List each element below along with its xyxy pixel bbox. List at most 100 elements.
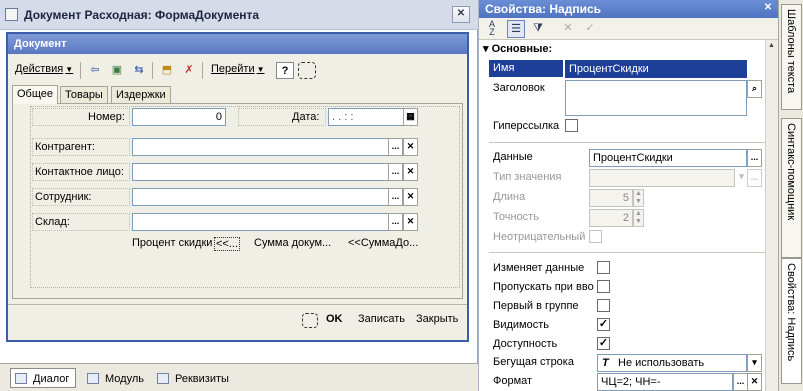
cancel-icon[interactable]: ✕ (559, 20, 577, 38)
collapse-icon: ▾ (483, 43, 492, 55)
tab-goods[interactable]: Товары (60, 86, 108, 103)
contact-person-label: Контактное лицо: (35, 166, 124, 178)
form-toolbar: Действия ▼ ⇦ ▣ ⇆ ⬒ ✗ Перейти ▼ ? (8, 60, 467, 82)
properties-toolbar: AZ ☰ ⧩ ✕ ✓ (479, 18, 779, 40)
format-label: Формат (493, 375, 533, 387)
filter-icon[interactable]: ⧩ (529, 20, 547, 38)
select-button[interactable]: ... (388, 138, 403, 156)
visibility-checkbox[interactable]: ✓ (597, 318, 610, 331)
counterparty-label: Контрагент: (35, 141, 95, 153)
sort-alpha-icon[interactable]: AZ (483, 20, 501, 38)
close-icon[interactable]: ✕ (761, 2, 775, 16)
value-type-field[interactable] (589, 169, 735, 187)
properties-title-bar: Свойства: Надпись ✕ (479, 0, 779, 18)
select-button[interactable]: ... (733, 373, 748, 391)
tab-general[interactable]: Общее (12, 85, 59, 104)
ok-button[interactable]: OK (326, 313, 343, 325)
apply-icon[interactable]: ✓ (581, 20, 599, 38)
tab-module[interactable]: Модуль (82, 368, 151, 388)
sum-label[interactable]: Сумма докум... (254, 237, 331, 249)
tab-syntax-helper[interactable]: Синтакс-помощник (781, 118, 802, 258)
clear-icon[interactable]: ✕ (403, 213, 418, 231)
caption-field[interactable] (565, 80, 747, 116)
clear-icon[interactable]: ✕ (403, 138, 418, 156)
date-field[interactable]: . . : : (328, 108, 406, 126)
goto-menu[interactable]: Перейти ▼ (211, 63, 265, 75)
changes-data-checkbox[interactable] (597, 261, 610, 274)
form-designer-window: Документ Расходная: ФормаДокумента ✕ Док… (0, 0, 478, 391)
warehouse-label: Склад: (35, 216, 70, 228)
tab-attributes[interactable]: Реквизиты (152, 368, 236, 388)
hyperlink-label: Гиперссылка (493, 120, 560, 132)
select-button[interactable]: ... (388, 213, 403, 231)
back-icon[interactable]: ⇦ (86, 62, 104, 79)
hyperlink-checkbox[interactable] (565, 119, 578, 132)
select-button[interactable]: ... (747, 169, 762, 187)
length-field[interactable]: 5 (589, 189, 633, 207)
caption-label: Заголовок (493, 82, 545, 94)
number-field[interactable]: 0 (132, 108, 226, 126)
number-label: Номер: (88, 111, 125, 123)
select-button[interactable]: ... (747, 149, 762, 167)
form-title: Документ (8, 34, 467, 54)
counterparty-field[interactable] (132, 138, 389, 156)
calendar-icon[interactable]: ▦ (403, 108, 418, 126)
format-field[interactable]: ЧЦ=2; ЧН=- (597, 373, 733, 391)
help-button[interactable]: ? (276, 62, 294, 79)
customize-icon[interactable] (298, 62, 316, 79)
scroll-up-icon[interactable]: ▲ (766, 40, 777, 52)
select-button[interactable]: ... (388, 188, 403, 206)
first-in-group-label: Первый в группе (493, 300, 579, 312)
discount-label[interactable]: Процент скидки (132, 237, 212, 249)
delete-mark-icon[interactable]: ✗ (180, 62, 198, 79)
data-field[interactable]: ПроцентСкидки (589, 149, 747, 167)
employee-field[interactable] (132, 188, 389, 206)
search-icon[interactable]: ⌕ (747, 80, 762, 98)
marquee-select[interactable]: T Не использовать (597, 354, 747, 372)
enabled-label: Доступность (493, 338, 558, 350)
toolbar-separator (80, 62, 81, 79)
structure-icon[interactable]: ⬒ (158, 62, 176, 79)
module-icon (87, 373, 99, 384)
warehouse-field[interactable] (132, 213, 389, 231)
tab-properties[interactable]: Свойства: Надпись (781, 258, 802, 384)
dropdown-icon[interactable]: ▾ (747, 354, 762, 372)
transfer-icon[interactable]: ⇆ (130, 62, 148, 79)
close-button[interactable]: Закрыть (416, 313, 458, 325)
skip-input-label: Пропускать при вво (493, 281, 594, 293)
precision-field[interactable]: 2 (589, 209, 633, 227)
skip-input-checkbox[interactable] (597, 280, 610, 293)
post-icon[interactable]: ▣ (108, 62, 126, 79)
sum-value-label[interactable]: <<СуммаДо... (348, 237, 418, 249)
clear-icon[interactable]: ✕ (747, 373, 762, 391)
date-label: Дата: (292, 111, 320, 123)
designer-title: Документ Расходная: ФормаДокумента (24, 7, 260, 22)
window-icon (5, 8, 18, 21)
scrollbar[interactable] (765, 40, 778, 391)
toolbar-separator (202, 62, 203, 79)
save-button[interactable]: Записать (358, 313, 405, 325)
section-header[interactable]: ▾ Основные: (483, 42, 552, 55)
nonnegative-checkbox[interactable] (589, 230, 602, 243)
first-in-group-checkbox[interactable] (597, 299, 610, 312)
select-button[interactable]: ... (388, 163, 403, 181)
contact-person-field[interactable] (132, 163, 389, 181)
customize-icon[interactable] (302, 313, 318, 328)
spinner-icon[interactable]: ▲ ▼ (633, 209, 644, 227)
nonnegative-label: Неотрицательный (493, 231, 586, 243)
discount-value-label-selected[interactable]: <<... (214, 237, 241, 251)
tab-expenses[interactable]: Издержки (111, 86, 171, 103)
clear-icon[interactable]: ✕ (403, 163, 418, 181)
actions-menu[interactable]: Действия ▼ (15, 63, 73, 75)
name-field[interactable]: ПроцентСкидки (565, 60, 747, 78)
form-button-bar: OK Записать Закрыть (8, 304, 467, 340)
enabled-checkbox[interactable]: ✓ (597, 337, 610, 350)
spinner-icon[interactable]: ▲ ▼ (633, 189, 644, 207)
close-window-button[interactable]: ✕ (452, 6, 470, 23)
tab-text-templates[interactable]: Шаблоны текста (781, 4, 802, 110)
tab-dialog[interactable]: Диалог (10, 368, 77, 388)
categorized-icon[interactable]: ☰ (507, 20, 525, 38)
clear-icon[interactable]: ✕ (403, 188, 418, 206)
dialog-icon (15, 373, 27, 384)
properties-panel: Свойства: Надпись ✕ AZ ☰ ⧩ ✕ ✓ ▾ Основны… (478, 0, 779, 391)
